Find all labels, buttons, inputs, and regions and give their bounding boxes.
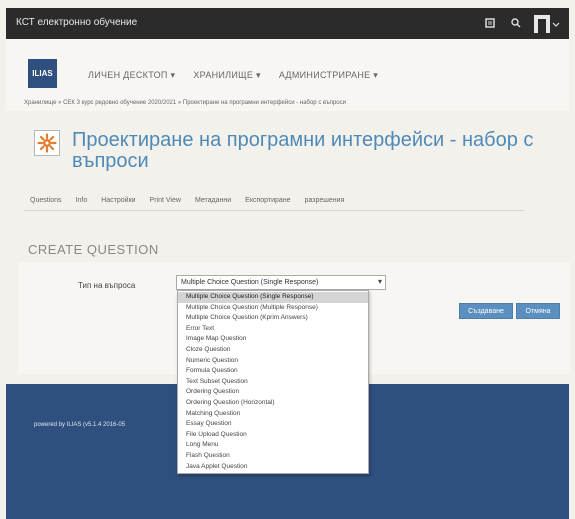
tab-metadata[interactable]: Метаданни: [195, 197, 231, 204]
option-ordering-horizontal[interactable]: Ordering Question (Horizontal): [178, 398, 368, 409]
footer-text: powered by ILIAS (v5.1.4 2016-05: [34, 422, 126, 428]
tab-divider: [24, 210, 524, 211]
question-type-label: Тип на въпроса: [78, 281, 136, 290]
tab-permissions[interactable]: разрешения: [305, 197, 345, 204]
tab-print-view[interactable]: Print View: [150, 197, 181, 204]
menu-icon[interactable]: [479, 12, 501, 34]
search-icon[interactable]: [505, 12, 527, 34]
chevron-down-icon: ▾: [377, 277, 382, 286]
option-mc-single[interactable]: Multiple Choice Question (Single Respons…: [178, 292, 368, 303]
option-image-map[interactable]: Image Map Question: [178, 334, 368, 345]
option-error-text[interactable]: Error Text: [178, 324, 368, 335]
page-title: Проектиране на програмни интерфейси - на…: [72, 129, 534, 172]
tab-questions[interactable]: Questions: [30, 197, 62, 204]
option-cloze[interactable]: Cloze Question: [178, 345, 368, 356]
question-type-select[interactable]: Multiple Choice Question (Single Respons…: [176, 275, 386, 290]
option-long-menu[interactable]: Long Menu: [178, 440, 368, 451]
option-flash[interactable]: Flash Question: [178, 451, 368, 462]
tab-export[interactable]: Експортиране: [245, 197, 290, 204]
tab-info[interactable]: Info: [76, 197, 88, 204]
tab-bar: Questions Info Настройки Print View Мета…: [30, 197, 344, 204]
breadcrumb[interactable]: Хранилище » СЕК 3 курс редовно обучение …: [24, 100, 346, 106]
option-essay[interactable]: Essay Question: [178, 419, 368, 430]
option-mc-multiple[interactable]: Multiple Choice Question (Multiple Respo…: [178, 303, 368, 314]
selected-question-type: Multiple Choice Question (Single Respons…: [181, 279, 319, 286]
installation-title: КСТ електронно обучение: [16, 17, 138, 28]
ilias-logo[interactable]: ILIAS: [28, 59, 57, 88]
question-pool-icon: [34, 130, 60, 156]
cancel-button[interactable]: Отмяна: [516, 303, 560, 319]
option-formula[interactable]: Formula Question: [178, 366, 368, 377]
option-java-applet[interactable]: Java Applet Question: [178, 462, 368, 473]
nav-administration[interactable]: АДМИНИСТРИРАНЕ ▾: [279, 70, 378, 81]
top-bar: КСТ електронно обучение: [6, 8, 569, 39]
section-title: CREATE QUESTION: [28, 242, 159, 257]
option-mc-kprim[interactable]: Multiple Choice Question (Kprim Answers): [178, 313, 368, 324]
option-ordering[interactable]: Ordering Question: [178, 387, 368, 398]
option-numeric[interactable]: Numeric Question: [178, 356, 368, 367]
question-type-options: Multiple Choice Question (Single Respons…: [177, 290, 369, 475]
topbar-icons: [479, 12, 561, 36]
main-menu: ЛИЧЕН ДЕСКТОП ▾ ХРАНИЛИЩЕ ▾ АДМИНИСТРИРА…: [88, 70, 378, 81]
option-text-subset[interactable]: Text Subset Question: [178, 377, 368, 388]
option-file-upload[interactable]: File Upload Question: [178, 430, 368, 441]
create-button[interactable]: Създаване: [459, 303, 513, 319]
user-avatar-icon[interactable]: [531, 12, 561, 36]
nav-repository[interactable]: ХРАНИЛИЩЕ ▾: [193, 70, 261, 81]
option-matching[interactable]: Matching Question: [178, 409, 368, 420]
tab-settings[interactable]: Настройки: [101, 197, 135, 204]
nav-personal-desktop[interactable]: ЛИЧЕН ДЕСКТОП ▾: [88, 70, 175, 81]
